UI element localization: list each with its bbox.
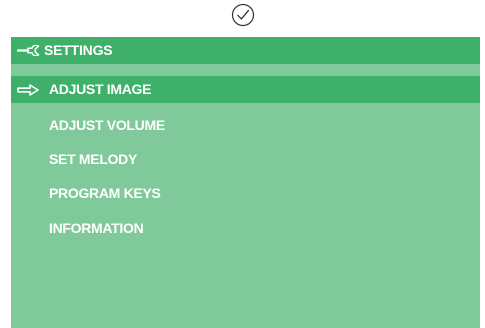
menu-item-set-melody[interactable]: SET MELODY [11, 146, 480, 173]
settings-header: SETTINGS [11, 37, 480, 64]
menu-item-adjust-image[interactable]: ADJUST IMAGE [11, 76, 480, 103]
menu-item-information[interactable]: INFORMATION [11, 215, 480, 242]
menu-item-label: ADJUST IMAGE [49, 81, 152, 97]
wrench-icon [17, 45, 40, 56]
menu-item-adjust-volume[interactable]: ADJUST VOLUME [11, 112, 480, 139]
menu-item-label: PROGRAM KEYS [49, 185, 161, 201]
checkmark-circle-icon [231, 3, 255, 27]
settings-panel: SETTINGS ADJUST IMAGE ADJUST VOLUME SET … [11, 37, 480, 328]
page-title: SETTINGS [44, 42, 113, 58]
arrow-right-icon [17, 84, 39, 96]
menu-item-label: SET MELODY [49, 151, 138, 167]
menu-item-label: INFORMATION [49, 220, 144, 236]
menu-item-label: ADJUST VOLUME [49, 117, 165, 133]
menu-item-program-keys[interactable]: PROGRAM KEYS [11, 180, 480, 207]
